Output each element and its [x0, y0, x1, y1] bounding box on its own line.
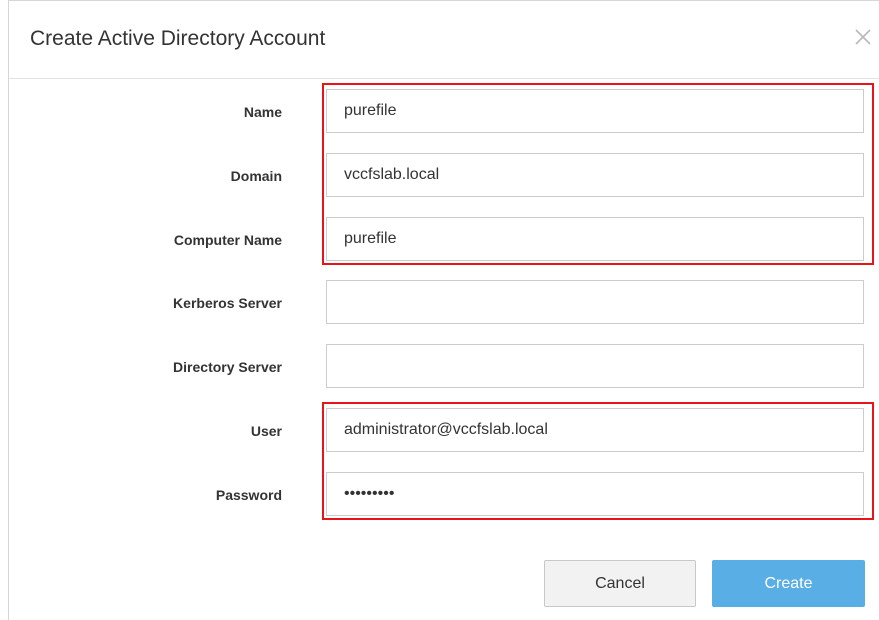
name-row: Name [9, 89, 879, 135]
dialog-title: Create Active Directory Account [30, 27, 326, 50]
user-field[interactable] [326, 408, 864, 452]
user-label: User [250, 423, 282, 439]
kerberos-server-field[interactable] [326, 280, 864, 324]
create-ad-account-dialog: Create Active Directory Account Name Dom… [8, 0, 879, 620]
dialog-header: Create Active Directory Account [9, 1, 879, 79]
kerberos-server-row: Kerberos Server [9, 280, 879, 326]
user-row: User [9, 408, 879, 454]
computer-name-row: Computer Name [9, 217, 879, 263]
cancel-button[interactable]: Cancel [544, 560, 696, 607]
computer-name-label: Computer Name [173, 232, 282, 248]
password-row: Password [9, 472, 879, 518]
password-field[interactable] [326, 472, 864, 516]
kerberos-server-label: Kerberos Server [173, 295, 282, 311]
password-label: Password [215, 487, 282, 503]
close-icon[interactable] [853, 27, 873, 47]
directory-server-row: Directory Server [9, 344, 879, 390]
domain-label: Domain [230, 168, 282, 184]
domain-row: Domain [9, 153, 879, 199]
computer-name-field[interactable] [326, 217, 864, 261]
directory-server-field[interactable] [326, 344, 864, 388]
name-field[interactable] [326, 89, 864, 133]
name-label: Name [243, 104, 282, 120]
domain-field[interactable] [326, 153, 864, 197]
create-button[interactable]: Create [712, 560, 865, 607]
directory-server-label: Directory Server [173, 359, 282, 375]
